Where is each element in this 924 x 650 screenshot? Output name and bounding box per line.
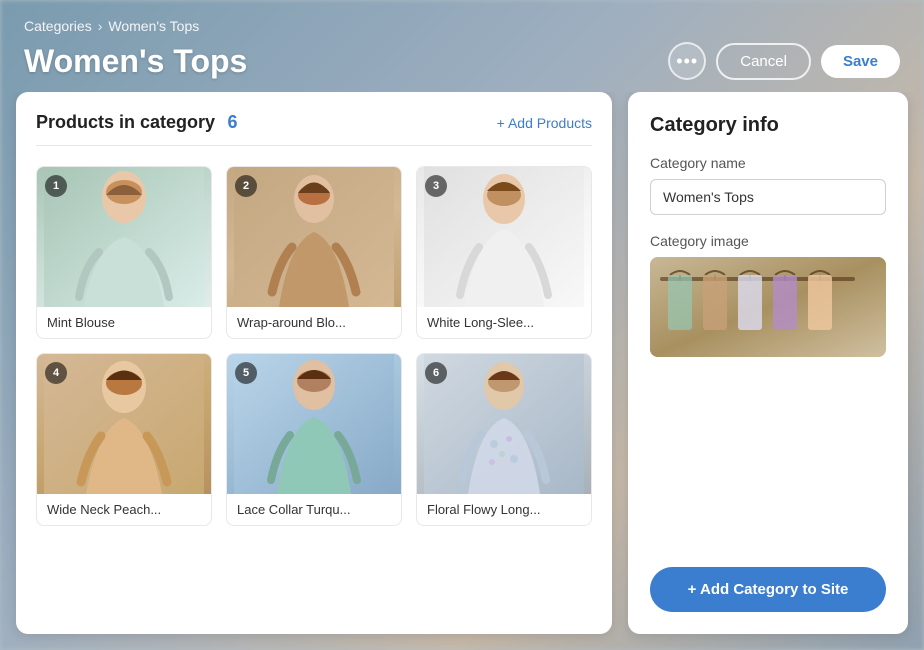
category-info-panel: Category info Category name Category ima… (628, 92, 908, 634)
product-image-wrapper: 3 (417, 167, 591, 307)
product-image-wrapper: 2 (227, 167, 401, 307)
product-number-badge: 3 (425, 175, 447, 197)
breadcrumb-parent[interactable]: Categories (24, 18, 92, 34)
category-image-label: Category image (650, 233, 886, 249)
product-card[interactable]: 6 Floral Flowy Long... (416, 353, 592, 526)
product-card[interactable]: 4 Wide Neck Peach... (36, 353, 212, 526)
product-label: Floral Flowy Long... (417, 494, 591, 525)
product-image-wrapper: 5 (227, 354, 401, 494)
products-header: Products in category 6 + Add Products (36, 112, 592, 146)
product-image-wrapper: 4 (37, 354, 211, 494)
add-products-button[interactable]: + Add Products (497, 115, 592, 131)
product-label: Wide Neck Peach... (37, 494, 211, 525)
product-image-wrapper: 6 (417, 354, 591, 494)
category-panel-title: Category info (650, 114, 886, 137)
product-label: White Long-Slee... (417, 307, 591, 338)
products-count: 6 (228, 112, 238, 132)
category-image-group: Category image (650, 233, 886, 357)
product-number-badge: 6 (425, 362, 447, 384)
products-panel: Products in category 6 + Add Products 1 … (16, 92, 612, 634)
product-label: Lace Collar Turqu... (227, 494, 401, 525)
breadcrumb-chevron-icon: › (98, 18, 103, 34)
product-number-badge: 2 (235, 175, 257, 197)
category-image-preview[interactable] (650, 257, 886, 357)
product-number-badge: 4 (45, 362, 67, 384)
breadcrumb-current: Women's Tops (108, 18, 199, 34)
page-title: Women's Tops (24, 43, 247, 80)
product-card[interactable]: 1 Mint Blouse (36, 166, 212, 339)
product-card[interactable]: 3 White Long-Slee... (416, 166, 592, 339)
product-card[interactable]: 2 Wrap-around Blo... (226, 166, 402, 339)
category-name-group: Category name (650, 155, 886, 215)
product-label: Wrap-around Blo... (227, 307, 401, 338)
product-image-wrapper: 1 (37, 167, 211, 307)
save-button[interactable]: Save (821, 45, 900, 78)
category-name-input[interactable] (650, 179, 886, 215)
products-grid: 1 Mint Blouse2 Wrap-around Blo...3 (36, 166, 592, 526)
products-title: Products in category (36, 112, 215, 132)
products-title-group: Products in category 6 (36, 112, 238, 133)
product-number-badge: 1 (45, 175, 67, 197)
breadcrumb: Categories › Women's Tops (24, 18, 900, 34)
product-label: Mint Blouse (37, 307, 211, 338)
product-number-badge: 5 (235, 362, 257, 384)
main-content: Products in category 6 + Add Products 1 … (0, 92, 924, 650)
category-name-label: Category name (650, 155, 886, 171)
add-category-to-site-button[interactable]: + Add Category to Site (650, 567, 886, 612)
category-image-inner (650, 257, 886, 357)
more-options-button[interactable]: ••• (668, 42, 706, 80)
page-header: Categories › Women's Tops Women's Tops •… (0, 0, 924, 92)
header-actions: ••• Cancel Save (668, 42, 900, 80)
category-image-svg (650, 257, 886, 357)
product-card[interactable]: 5 Lace Collar Turqu... (226, 353, 402, 526)
cancel-button[interactable]: Cancel (716, 43, 811, 80)
